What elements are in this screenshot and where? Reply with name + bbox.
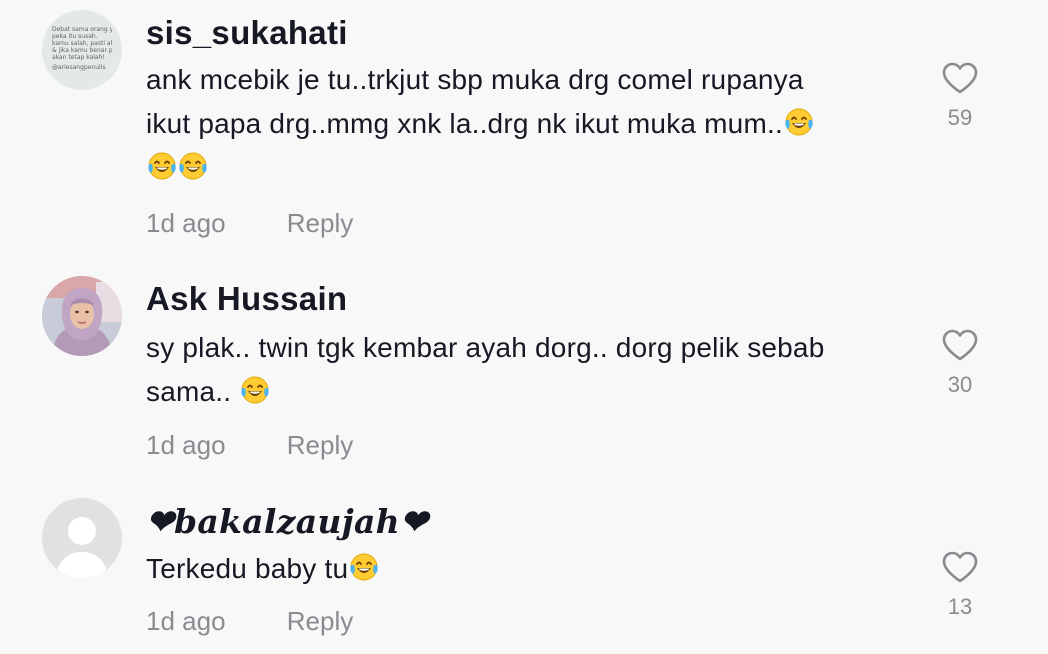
avatar-caption-line: akan tetap kalah!	[52, 54, 105, 61]
like-button[interactable]: 13	[936, 550, 984, 620]
comment-text: Terkedu baby tu	[146, 547, 906, 591]
heart-icon[interactable]	[936, 550, 984, 584]
reply-button[interactable]: Reply	[287, 208, 353, 238]
laughing-tears-emoji-icon	[147, 150, 177, 180]
comment-item: Debat sama orang yg kurang peka itu susa…	[0, 0, 1048, 250]
laughing-tears-emoji-icon	[349, 551, 379, 581]
like-count: 13	[947, 594, 973, 619]
laughing-tears-emoji-icon	[784, 106, 814, 136]
reply-button[interactable]: Reply	[287, 606, 353, 636]
like-count: 30	[947, 372, 973, 397]
profile-photo	[42, 276, 122, 356]
comment-item: ❤𝒃𝒂𝒌𝒂𝒍𝒛𝒂𝒖𝒋𝒂𝒉❤ Terkedu baby tu 1d ago Rep…	[0, 482, 1048, 654]
avatar-caption-line: & jika kamu benar pun kau	[52, 47, 112, 54]
comment-meta: 1d ago Reply	[146, 606, 353, 637]
avatar[interactable]	[42, 276, 122, 356]
like-button[interactable]: 59	[936, 61, 984, 131]
default-avatar-icon	[42, 498, 122, 578]
avatar-caption-line: Debat sama orang yg kurang	[52, 26, 112, 33]
comment-timestamp: 1d ago	[146, 430, 226, 460]
avatar[interactable]	[42, 498, 122, 578]
comment-meta: 1d ago Reply	[146, 208, 353, 239]
comment-username[interactable]: ❤𝒃𝒂𝒌𝒂𝒍𝒛𝒂𝒖𝒋𝒂𝒉❤	[146, 502, 428, 541]
comment-text-line: ikut papa drg..mmg xnk la..drg nk ikut m…	[146, 108, 783, 139]
comment-text-line: sy plak.. twin tgk kembar ayah dorg.. do…	[146, 332, 825, 363]
laughing-tears-emoji-icon	[240, 374, 270, 404]
avatar-caption-tag: @ariesangpenulis	[52, 64, 106, 71]
comment-username[interactable]: Ask Hussain	[146, 280, 347, 318]
comment-timestamp: 1d ago	[146, 606, 226, 636]
avatar[interactable]: Debat sama orang yg kurang peka itu susa…	[42, 10, 122, 90]
comment-text-line: ank mcebik je tu..trkjut sbp muka drg co…	[146, 64, 804, 95]
avatar-caption-line: peka itu susah.	[52, 33, 98, 40]
like-button[interactable]: 30	[936, 328, 984, 398]
comment-text: ank mcebik je tu..trkjut sbp muka drg co…	[146, 58, 906, 190]
heart-icon[interactable]	[936, 61, 984, 95]
comment-username[interactable]: sis_sukahati	[146, 14, 348, 52]
comment-text-line: Terkedu baby tu	[146, 553, 349, 584]
comment-meta: 1d ago Reply	[146, 430, 353, 461]
heart-icon[interactable]	[936, 328, 984, 362]
comment-item: Ask Hussain sy plak.. twin tgk kembar ay…	[0, 250, 1048, 482]
avatar-caption-line: kamu salah, pasti akan kalah	[52, 40, 112, 47]
comment-timestamp: 1d ago	[146, 208, 226, 238]
reply-button[interactable]: Reply	[287, 430, 353, 460]
comment-text-line: sama..	[146, 376, 240, 407]
like-count: 59	[947, 105, 973, 130]
comment-text: sy plak.. twin tgk kembar ayah dorg.. do…	[146, 326, 906, 414]
laughing-tears-emoji-icon	[178, 150, 208, 180]
